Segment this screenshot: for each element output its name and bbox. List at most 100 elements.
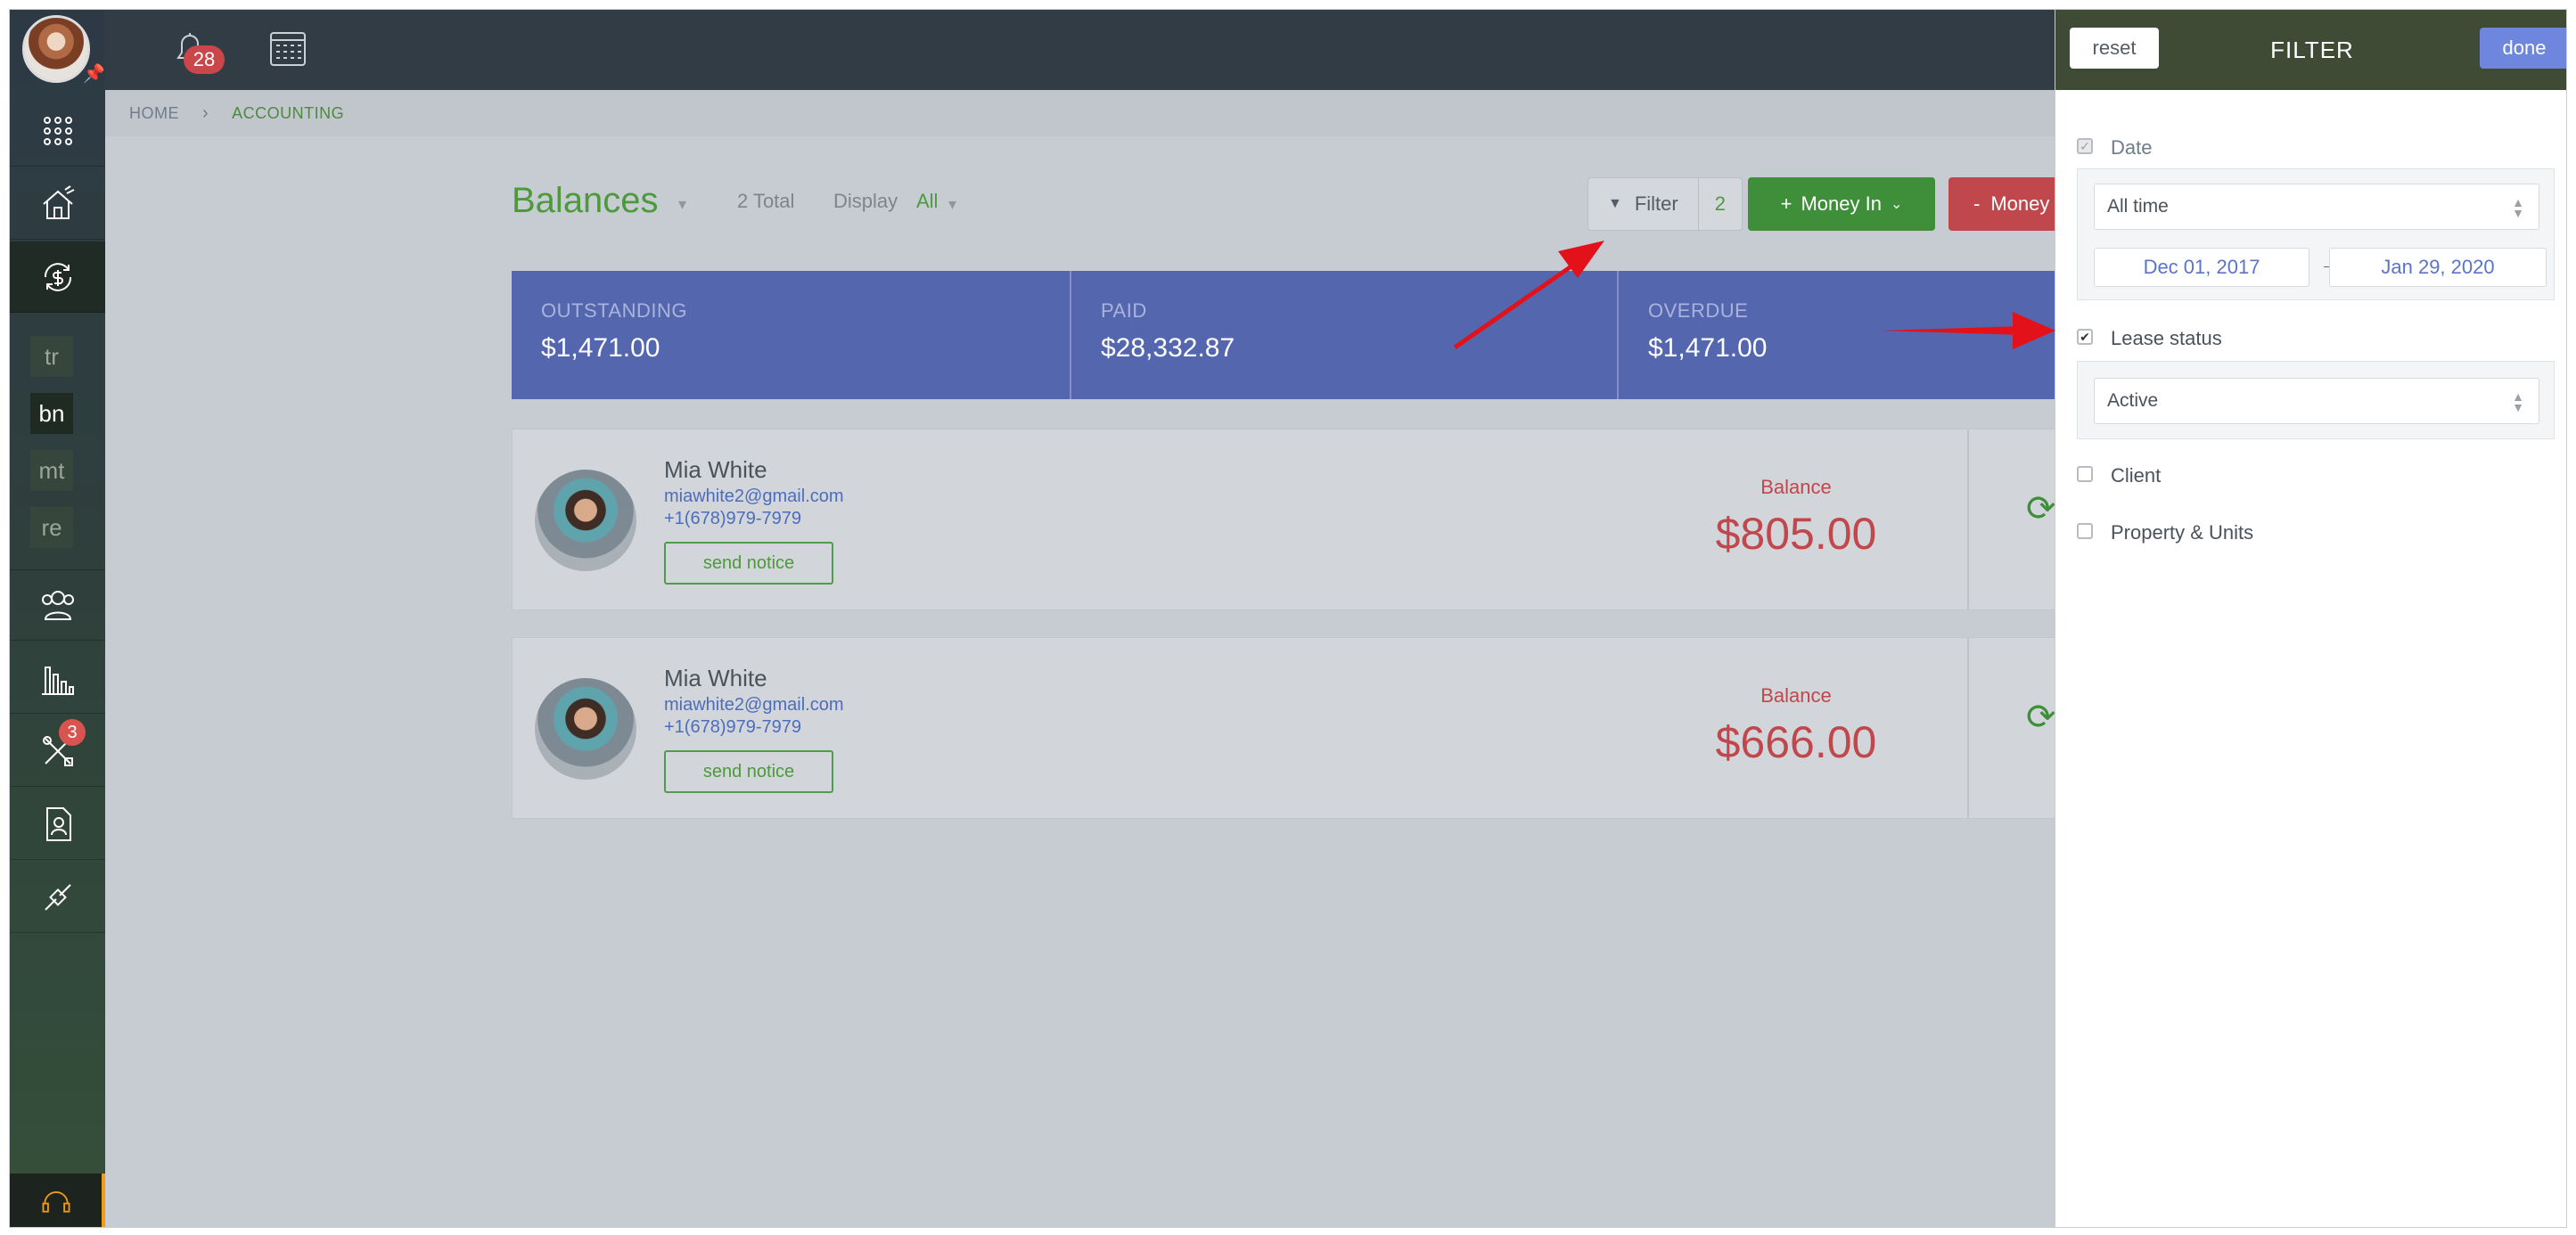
money-out-label: Money	[1990, 192, 2050, 215]
filter-divider	[1697, 177, 1699, 231]
client-name[interactable]: Mia White	[664, 665, 767, 692]
paid-value: $28,332.87	[1101, 333, 1235, 363]
balance-amount: $666.00	[1715, 717, 1877, 767]
calendar-icon[interactable]	[266, 26, 310, 70]
lease-status-label[interactable]: Lease status	[2111, 327, 2222, 350]
lease-status-checkbox[interactable]: ✔	[2077, 329, 2093, 345]
headset-glyph	[42, 1191, 70, 1213]
total-count: 2 Total	[737, 190, 795, 212]
app-window: 📌 tr bn mt re 3 28 HOME › ACCOUNTING Bal…	[9, 9, 2567, 1228]
money-in-button[interactable]: + Money In ⌄	[1748, 177, 1935, 231]
date-range-select[interactable]: All time ▲ ▼	[2094, 184, 2539, 230]
filter-count: 2	[1714, 192, 1726, 215]
shortcut-label: re	[41, 513, 62, 541]
overdue-value: $1,471.00	[1648, 333, 1768, 363]
reset-button[interactable]: reset	[2070, 28, 2159, 69]
maintenance-badge: 3	[59, 719, 86, 746]
lease-status-value: Active	[2107, 390, 2159, 411]
date-filter-label: Date	[2111, 136, 2153, 159]
lease-status-box: Active ▲ ▼	[2077, 361, 2555, 439]
date-to-input[interactable]: Jan 29, 2020	[2329, 248, 2547, 287]
shortcut-label: mt	[38, 456, 65, 484]
title-caret-down-icon[interactable]: ▾	[678, 195, 686, 214]
select-arrows-icon: ▲ ▼	[2512, 195, 2524, 220]
breadcrumb-current: ACCOUNTING	[232, 103, 345, 122]
summary-paid[interactable]: PAID $28,332.87	[1070, 271, 1617, 399]
send-notice-button[interactable]: send notice	[664, 750, 833, 793]
plus-icon: +	[1780, 192, 1793, 215]
house-glyph	[42, 184, 74, 219]
done-button[interactable]: done	[2480, 28, 2566, 69]
property-filter-label[interactable]: Property & Units	[2111, 521, 2253, 544]
user-avatar[interactable]	[22, 15, 90, 83]
date-checkbox[interactable]: ✓	[2077, 138, 2093, 154]
client-email[interactable]: miawhite2@gmail.com	[664, 487, 843, 507]
client-avatar	[535, 678, 636, 780]
paid-label: PAID	[1101, 299, 1147, 322]
maintenance-icon[interactable]: 3	[10, 716, 105, 787]
pin-icon[interactable]: 📌	[83, 65, 105, 83]
balance-label: Balance	[1760, 476, 1832, 498]
card-divider	[1967, 638, 1969, 818]
shortcut-mt[interactable]: mt	[30, 450, 73, 491]
client-email[interactable]: miawhite2@gmail.com	[664, 695, 843, 716]
shortcut-label: tr	[45, 342, 59, 370]
documents-icon[interactable]	[10, 789, 105, 860]
minus-icon: -	[1973, 192, 1981, 215]
apps-grid-icon[interactable]	[10, 95, 105, 167]
lease-status-select[interactable]: Active ▲ ▼	[2094, 378, 2539, 424]
outstanding-label: OUTSTANDING	[541, 299, 687, 322]
overdue-label: OVERDUE	[1648, 299, 1749, 322]
shortcut-bn[interactable]: bn	[30, 393, 73, 434]
shortcut-re[interactable]: re	[30, 507, 73, 548]
display-select[interactable]: All	[916, 190, 938, 213]
sidebar: 📌 tr bn mt re 3	[10, 10, 105, 1227]
client-avatar	[535, 470, 636, 571]
notifications-badge: 28	[184, 45, 225, 74]
accounting-icon[interactable]	[10, 241, 105, 313]
balance-card[interactable]: Mia White miawhite2@gmail.com +1(678)979…	[512, 637, 2063, 819]
people-glyph	[41, 591, 74, 620]
date-from-input[interactable]: Dec 01, 2017	[2094, 248, 2309, 287]
filter-panel: FILTER reset done ✓ Date All time ▲ ▼ Dec…	[2055, 10, 2566, 1227]
send-notice-button[interactable]: send notice	[664, 542, 833, 585]
filter-button-label: Filter	[1634, 192, 1678, 215]
display-caret-down-icon[interactable]: ▾	[948, 195, 956, 214]
support-icon[interactable]	[10, 1174, 105, 1227]
filter-funnel-icon: ▼	[1608, 196, 1622, 211]
card-divider	[1967, 429, 1969, 609]
summary-outstanding[interactable]: OUTSTANDING $1,471.00	[512, 271, 1070, 399]
summary-strip: OUTSTANDING $1,471.00 PAID $28,332.87 OV…	[512, 271, 2063, 399]
reports-icon[interactable]	[10, 642, 105, 714]
client-checkbox[interactable]	[2077, 466, 2093, 482]
bar-chart-glyph	[41, 666, 74, 695]
balance-card[interactable]: Mia White miawhite2@gmail.com +1(678)979…	[512, 429, 2063, 610]
filter-panel-header: FILTER reset done	[2055, 10, 2566, 90]
chevron-right-icon: ›	[202, 102, 209, 123]
date-filter-box: All time ▲▼ Dec 01, 2017 → Jan 29, 2020	[2077, 168, 2555, 300]
shortcut-label: bn	[38, 399, 65, 427]
client-phone[interactable]: +1(678)979-7979	[664, 509, 801, 529]
refresh-icon[interactable]: ⟳	[2026, 697, 2056, 738]
summary-overdue[interactable]: OVERDUE $1,471.00	[1617, 271, 2063, 399]
document-person-glyph	[45, 806, 71, 841]
client-name[interactable]: Mia White	[664, 456, 767, 484]
properties-icon[interactable]	[10, 168, 105, 240]
client-filter-label[interactable]: Client	[2111, 464, 2161, 487]
apps-grid-glyph	[43, 116, 72, 145]
tenants-icon[interactable]	[10, 569, 105, 641]
integrations-icon[interactable]	[10, 862, 105, 933]
filter-button[interactable]: ▼ Filter 2	[1587, 177, 1743, 231]
property-checkbox[interactable]	[2077, 523, 2093, 539]
breadcrumb-home-link[interactable]: HOME	[129, 104, 179, 123]
date-range-value: All time	[2107, 196, 2169, 217]
select-arrows-icon: ▲ ▼	[2512, 389, 2524, 414]
client-phone[interactable]: +1(678)979-7979	[664, 717, 801, 738]
balance-label: Balance	[1760, 684, 1832, 707]
refresh-icon[interactable]: ⟳	[2026, 488, 2056, 529]
display-label: Display	[833, 190, 898, 212]
money-in-label: Money In	[1801, 192, 1882, 215]
link-glyph	[44, 883, 71, 911]
page-title[interactable]: Balances	[512, 181, 659, 221]
shortcut-tr[interactable]: tr	[30, 336, 73, 377]
